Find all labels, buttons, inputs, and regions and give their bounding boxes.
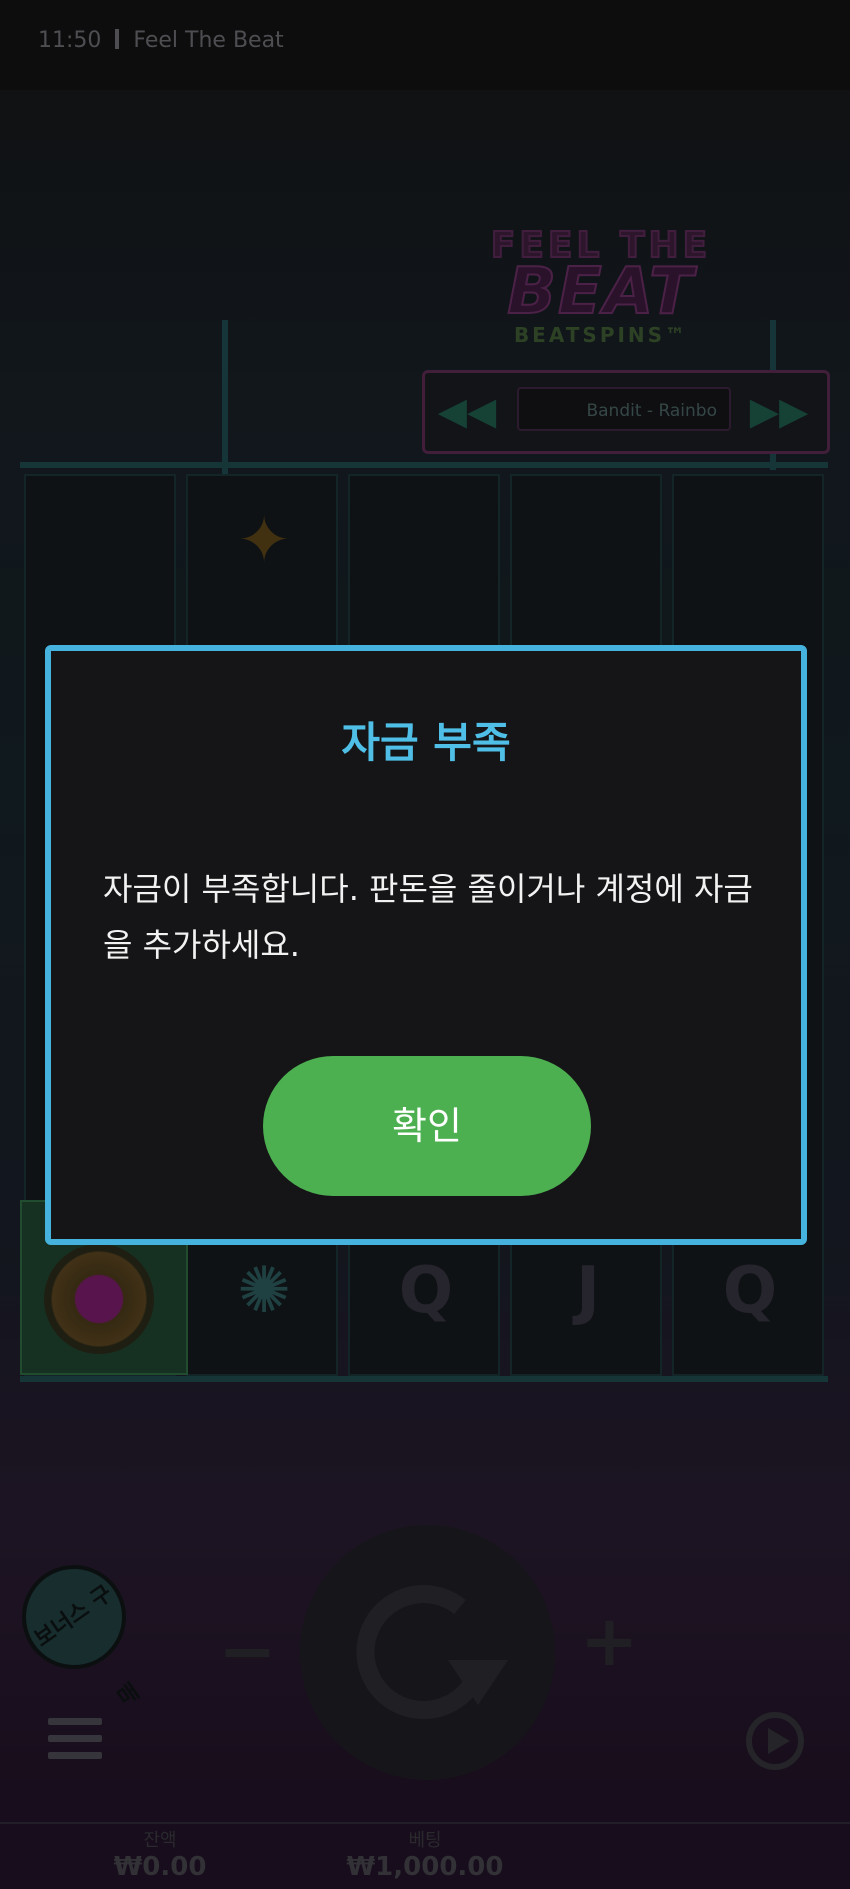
dialog-message: 자금이 부족합니다. 판돈을 줄이거나 계정에 자금을 추가하세요.: [103, 870, 753, 964]
dialog-title: 자금 부족: [341, 718, 511, 767]
insufficient-funds-dialog: 자금 부족 자금이 부족합니다. 판돈을 줄이거나 계정에 자금을 추가하세요.…: [45, 645, 807, 1245]
confirm-button[interactable]: 확인: [263, 1056, 591, 1196]
